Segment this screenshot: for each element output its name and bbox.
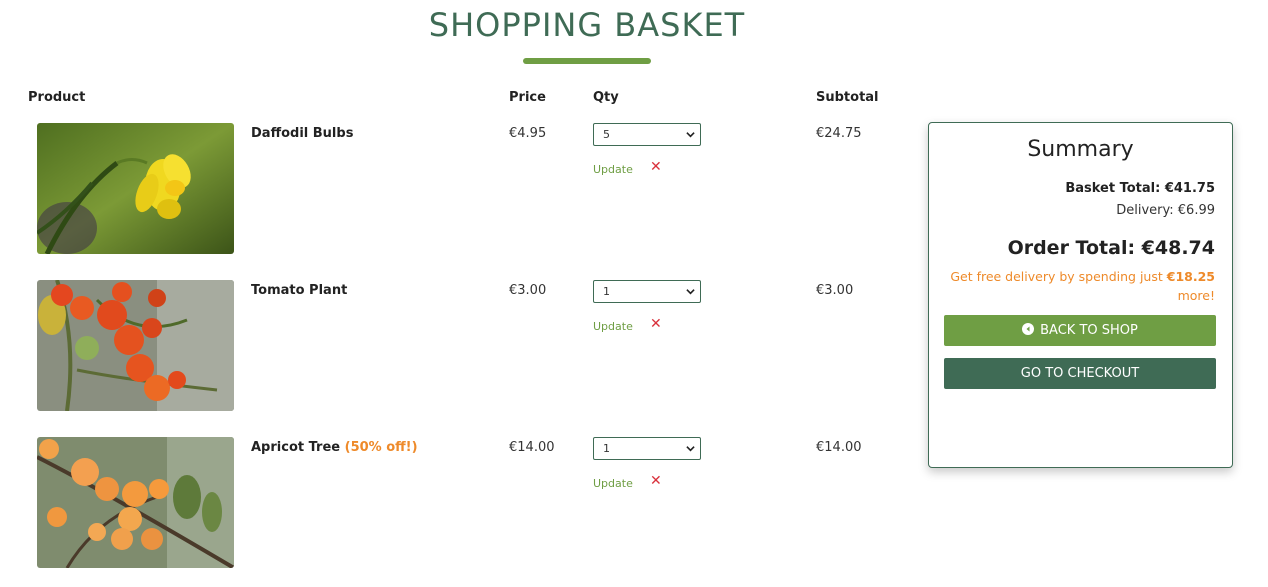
basket-row: Tomato Plant €3.00 1 Update ✕ €3.00 bbox=[0, 280, 900, 420]
delivery-cost: Delivery: €6.99 bbox=[1116, 203, 1215, 218]
arrow-left-circle-icon bbox=[1022, 323, 1035, 335]
column-header-price: Price bbox=[509, 90, 546, 105]
column-header-product: Product bbox=[28, 90, 86, 105]
free-delivery-message: Get free delivery by spending just €18.2… bbox=[950, 269, 1215, 303]
order-total: Order Total: €48.74 bbox=[1007, 237, 1215, 259]
close-icon[interactable]: ✕ bbox=[650, 316, 662, 332]
update-link[interactable]: Update bbox=[593, 477, 633, 490]
chevron-down-icon bbox=[686, 289, 695, 295]
go-to-checkout-button[interactable]: GO TO CHECKOUT bbox=[944, 358, 1216, 389]
promo-badge: (50% off!) bbox=[344, 440, 418, 455]
product-subtotal: €3.00 bbox=[816, 283, 854, 298]
basket-total: Basket Total: €41.75 bbox=[1065, 181, 1215, 196]
product-image-daffodil[interactable] bbox=[37, 123, 234, 254]
product-price: €4.95 bbox=[509, 126, 547, 141]
product-name: Daffodil Bulbs bbox=[251, 126, 354, 141]
free-delivery-amount: €18.25 bbox=[1166, 269, 1215, 284]
product-name: Tomato Plant bbox=[251, 283, 348, 298]
column-header-subtotal: Subtotal bbox=[816, 90, 879, 105]
product-image-apricot[interactable] bbox=[37, 437, 234, 568]
summary-title: Summary bbox=[1027, 137, 1134, 162]
title-underline bbox=[523, 58, 651, 64]
column-header-qty: Qty bbox=[593, 90, 619, 105]
close-icon[interactable]: ✕ bbox=[650, 159, 662, 175]
page-title: SHOPPING BASKET bbox=[428, 6, 746, 44]
basket-row: Apricot Tree (50% off!) €14.00 1 Update … bbox=[0, 437, 900, 577]
close-icon[interactable]: ✕ bbox=[650, 473, 662, 489]
quantity-value: 1 bbox=[603, 285, 610, 298]
product-image-tomato[interactable] bbox=[37, 280, 234, 411]
chevron-down-icon bbox=[686, 132, 695, 138]
back-to-shop-button[interactable]: BACK TO SHOP bbox=[944, 315, 1216, 346]
chevron-down-icon bbox=[686, 446, 695, 452]
quantity-select[interactable]: 5 bbox=[593, 123, 701, 146]
basket-row: Daffodil Bulbs €4.95 5 Update ✕ €24.75 bbox=[0, 123, 900, 263]
update-link[interactable]: Update bbox=[593, 320, 633, 333]
update-link[interactable]: Update bbox=[593, 163, 633, 176]
quantity-value: 5 bbox=[603, 128, 610, 141]
summary-panel: Summary Basket Total: €41.75 Delivery: €… bbox=[928, 122, 1233, 468]
product-name: Apricot Tree (50% off!) bbox=[251, 440, 418, 455]
quantity-value: 1 bbox=[603, 442, 610, 455]
quantity-select[interactable]: 1 bbox=[593, 437, 701, 460]
product-subtotal: €14.00 bbox=[816, 440, 862, 455]
product-price: €3.00 bbox=[509, 283, 547, 298]
product-subtotal: €24.75 bbox=[816, 126, 862, 141]
quantity-select[interactable]: 1 bbox=[593, 280, 701, 303]
product-price: €14.00 bbox=[509, 440, 555, 455]
